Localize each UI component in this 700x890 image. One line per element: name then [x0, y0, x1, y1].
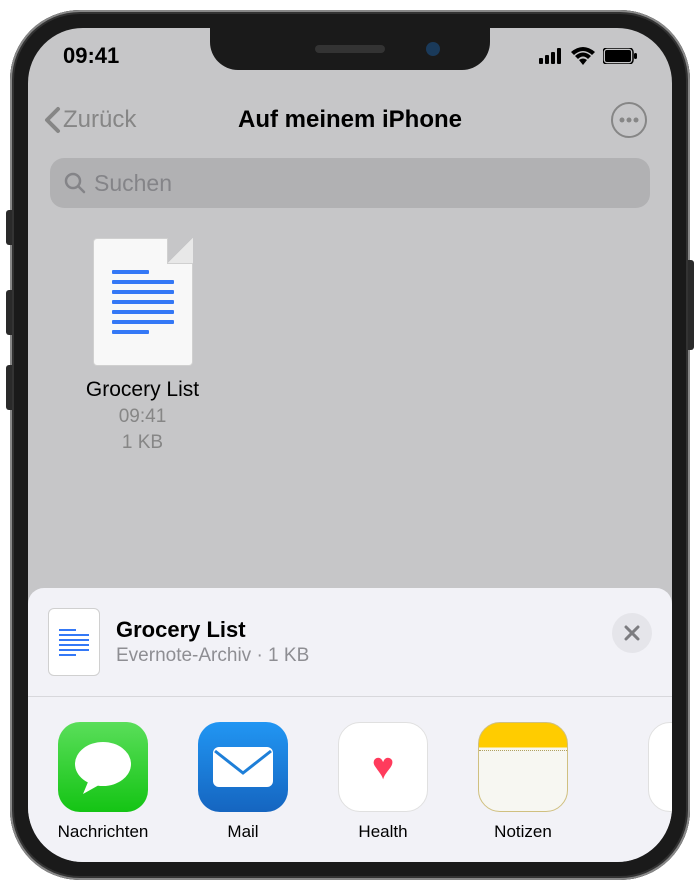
app-label: Health [358, 822, 407, 842]
heart-icon: ♥ [372, 746, 395, 789]
notes-icon [478, 722, 568, 812]
cellular-icon [539, 48, 563, 64]
screen: 09:41 Zurück Auf meinem iPhone Suchen [28, 28, 672, 862]
close-button[interactable] [612, 613, 652, 653]
health-icon: ♥ [338, 722, 428, 812]
phone-frame: 09:41 Zurück Auf meinem iPhone Suchen [10, 10, 690, 880]
share-subtitle: Evernote-Archiv · 1 KB [116, 645, 309, 667]
search-icon [64, 172, 86, 194]
partial-app-icon [648, 722, 672, 812]
share-app-mail[interactable]: Mail [188, 722, 298, 842]
mail-icon [198, 722, 288, 812]
share-header: Grocery List Evernote-Archiv · 1 KB [28, 608, 672, 697]
file-item[interactable]: Grocery List 09:41 1 KB [70, 238, 215, 454]
more-button[interactable] [611, 102, 647, 138]
search-placeholder: Suchen [94, 170, 172, 197]
navigation-bar: Zurück Auf meinem iPhone [28, 90, 672, 150]
share-title: Grocery List [116, 617, 309, 643]
share-app-partial[interactable] [608, 722, 672, 842]
share-apps-row[interactable]: Nachrichten Mail ♥ Health Notizen [28, 697, 672, 862]
share-app-notes[interactable]: Notizen [468, 722, 578, 842]
app-label: Notizen [494, 822, 552, 842]
share-sheet: Grocery List Evernote-Archiv · 1 KB Nach… [28, 588, 672, 862]
document-icon [93, 238, 193, 366]
close-icon [623, 624, 641, 642]
share-document-icon [48, 608, 100, 676]
status-time: 09:41 [63, 43, 119, 69]
back-button[interactable]: Zurück [43, 106, 136, 134]
app-label: Mail [227, 822, 258, 842]
status-icons [539, 47, 637, 65]
file-time: 09:41 [119, 406, 167, 428]
ellipsis-icon [619, 117, 639, 123]
messages-icon [58, 722, 148, 812]
share-app-messages[interactable]: Nachrichten [48, 722, 158, 842]
page-title: Auf meinem iPhone [238, 106, 462, 134]
file-name: Grocery List [86, 378, 199, 402]
back-label: Zurück [63, 106, 136, 134]
search-input[interactable]: Suchen [50, 158, 650, 208]
chevron-left-icon [43, 106, 61, 134]
wifi-icon [571, 47, 595, 65]
app-label: Nachrichten [58, 822, 149, 842]
battery-icon [603, 48, 637, 64]
notch [210, 28, 490, 70]
share-app-health[interactable]: ♥ Health [328, 722, 438, 842]
file-size: 1 KB [122, 432, 163, 454]
